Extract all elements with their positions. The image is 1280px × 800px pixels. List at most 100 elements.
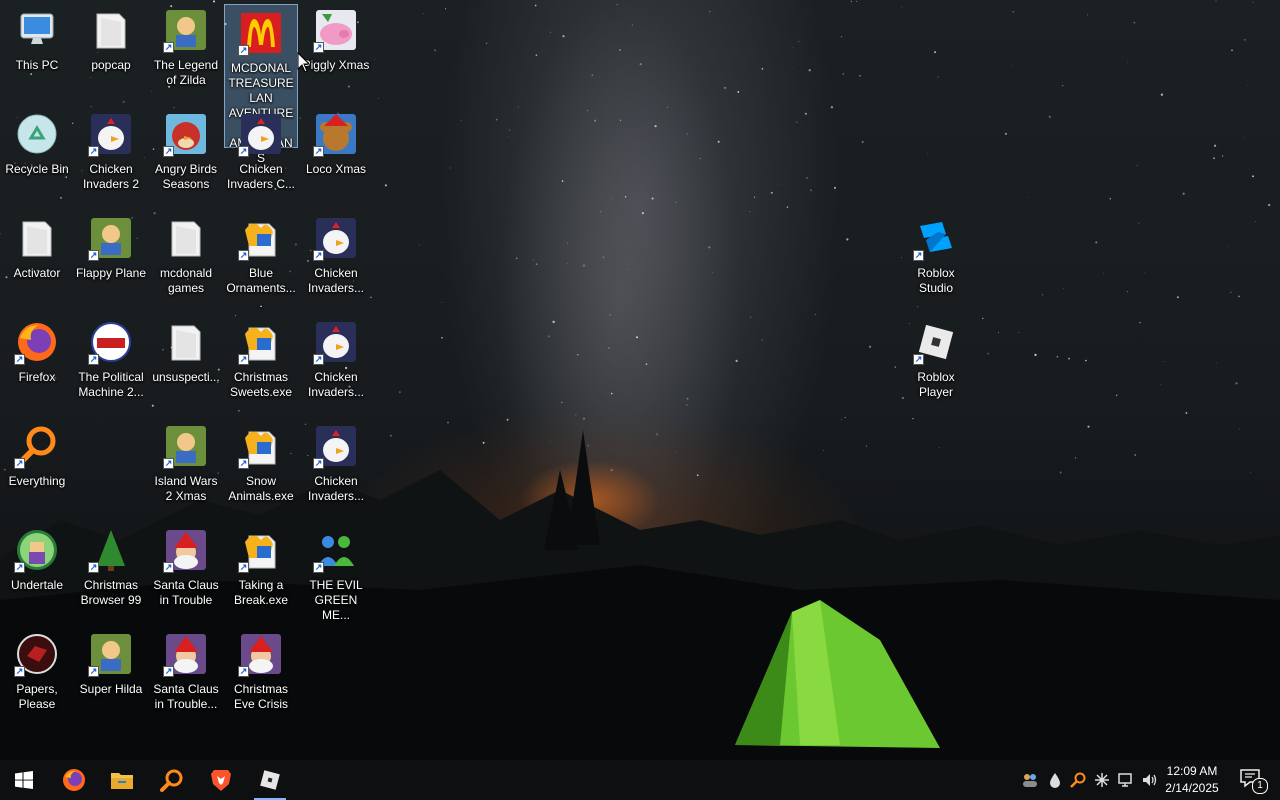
shortcut-arrow-icon: ↗ [14,666,25,677]
desktop-icon-christmas-eve-crisis[interactable]: ↗ Christmas Eve Crisis [224,626,298,726]
taskbar-everything-button[interactable] [148,760,196,800]
desktop-icon-papers-please[interactable]: ↗ Papers, Please [0,626,74,726]
desktop-icon-label: THE EVIL GREEN ME... [309,578,363,622]
desktop-icon-angry-birds-seasons[interactable]: ↗ Angry Birds Seasons [149,106,223,206]
desktop-icon-undertale[interactable]: ↗ Undertale [0,522,74,622]
desktop-icon-label: Santa Claus in Trouble [153,578,219,607]
start-button[interactable] [0,760,48,800]
desktop-icon-recycle-bin[interactable]: Recycle Bin [0,106,74,206]
desktop-icon-label: popcap [91,58,131,72]
volume-icon[interactable] [1140,770,1160,790]
exe-icon: ↗ [237,214,285,262]
desktop-icon-popcap[interactable]: popcap [74,2,148,102]
shortcut-arrow-icon: ↗ [88,666,99,677]
shortcut-arrow-icon: ↗ [238,45,249,56]
desktop-icon-label: Undertale [10,578,64,592]
firefox-icon: ↗ [13,318,61,366]
desktop-icon-firefox[interactable]: ↗ Firefox [0,314,74,414]
taskbar-brave-button[interactable] [197,760,245,800]
windows-start-icon [15,771,33,789]
desktop-icon-snow-animals-exe[interactable]: ↗ Snow Animals.exe [224,418,298,518]
exe-icon: ↗ [237,422,285,470]
desktop-icon-label: Roblox Player [917,370,955,399]
taskbar-roblox-button[interactable] [246,760,294,800]
search-icon[interactable] [1068,770,1088,790]
desktop-icon-this-pc[interactable]: This PC [0,2,74,102]
shortcut-arrow-icon: ↗ [238,666,249,677]
shortcut-arrow-icon: ↗ [163,666,174,677]
desktop-icon-label: Christmas Browser 99 [80,578,142,607]
desktop-icon-island-wars-2-xmas[interactable]: ↗ Island Wars 2 Xmas [149,418,223,518]
shortcut-arrow-icon: ↗ [313,458,324,469]
undertale-icon: ↗ [13,526,61,574]
desktop-icon-label: Everything [8,474,66,488]
desktop-icon-santa-claus-in-trouble[interactable]: ↗ Santa Claus in Trouble... [149,626,223,726]
desktop-icon-loco-xmas[interactable]: ↗ Loco Xmas [299,106,373,206]
shortcut-arrow-icon: ↗ [88,354,99,365]
desktop-icon-christmas-browser-99[interactable]: ↗ Christmas Browser 99 [74,522,148,622]
taskbar-clock[interactable]: 12:09 AM 2/14/2025 [1162,763,1222,797]
game-icon: ↗ [162,6,210,54]
desktop-icon-santa-claus-in-trouble[interactable]: ↗ Santa Claus in Trouble [149,522,223,622]
santa-icon: ↗ [162,630,210,678]
desktop-icon-chicken-invaders-2[interactable]: ↗ Chicken Invaders 2 [74,106,148,206]
chicken-icon: ↗ [87,110,135,158]
desktop-icon-chicken-invaders-c[interactable]: ↗ Chicken Invaders C... [224,106,298,206]
desktop-icon-unsuspecti[interactable]: unsuspecti... [149,314,223,414]
action-center-button[interactable]: 1 [1238,766,1268,794]
monitor-icon [13,6,61,54]
chicken-icon: ↗ [312,214,360,262]
desktop-icon-roblox-player[interactable]: ↗ Roblox Player [899,314,973,414]
desktop-icon-chicken-invaders[interactable]: ↗ Chicken Invaders... [299,314,373,414]
desktop-icon-label: Loco Xmas [305,162,367,176]
desktop-icon-taking-a-break-exe[interactable]: ↗ Taking a Break.exe [224,522,298,622]
shortcut-arrow-icon: ↗ [163,146,174,157]
mcdonalds-icon: ↗ [237,9,285,57]
desktop-icon-super-hilda[interactable]: ↗ Super Hilda [74,626,148,726]
santa-icon: ↗ [237,630,285,678]
desktop-icon-chicken-invaders[interactable]: ↗ Chicken Invaders... [299,418,373,518]
christmas-tree-icon: ↗ [87,526,135,574]
desktop-icon-roblox-studio[interactable]: ↗ Roblox Studio [899,210,973,310]
network-icon[interactable] [1116,770,1136,790]
desktop-icon-flappy-plane[interactable]: ↗ Flappy Plane [74,210,148,310]
brave-icon [211,770,231,791]
shortcut-arrow-icon: ↗ [238,562,249,573]
desktop-icon-label: Snow Animals.exe [228,474,294,503]
game-icon: ↗ [162,422,210,470]
bear-icon: ↗ [312,110,360,158]
shortcut-arrow-icon: ↗ [14,458,25,469]
roblox-icon [260,770,280,790]
desktop-icon-activator[interactable]: Activator [0,210,74,310]
desktop-icon-the-evil-green-me[interactable]: ↗ THE EVIL GREEN ME... [299,522,373,622]
desktop-icon-chicken-invaders[interactable]: ↗ Chicken Invaders... [299,210,373,310]
folder-icon [13,214,61,262]
shortcut-arrow-icon: ↗ [238,458,249,469]
desktop-icon-label: Santa Claus in Trouble... [153,682,219,711]
game-icon: ↗ [87,214,135,262]
droplet-icon[interactable] [1045,770,1065,790]
people-icon[interactable] [1020,770,1040,790]
desktop-icon-blue-ornaments[interactable]: ↗ Blue Ornaments.... [224,210,298,310]
desktop-icon-label: Firefox [18,370,56,384]
desktop-icon-everything[interactable]: ↗ Everything [0,418,74,518]
desktop-icon-the-legend-of-zilda[interactable]: ↗ The Legend of Zilda [149,2,223,102]
recycle-bin-icon [13,110,61,158]
folder-icon [162,214,210,262]
desktop-icon-label: Roblox Studio [917,266,955,295]
desktop-icon-label: Chicken Invaders... [307,370,365,399]
shortcut-arrow-icon: ↗ [163,562,174,573]
taskbar-firefox-button[interactable] [50,760,98,800]
taskbar-file-explorer-button[interactable] [98,760,146,800]
shortcut-arrow-icon: ↗ [313,562,324,573]
messenger-icon: ↗ [312,526,360,574]
desktop-icon-label: This PC [15,58,59,72]
desktop-icon-mcdonald-games[interactable]: mcdonald games [149,210,223,310]
desktop-icon-the-political-machine-2[interactable]: ↗ The Political Machine 2... [74,314,148,414]
snowflake-icon[interactable] [1092,770,1112,790]
desktop-icon-label: unsuspecti... [152,370,220,384]
desktop-icon-christmas-sweets-exe[interactable]: ↗ Christmas Sweets.exe [224,314,298,414]
chicken-icon: ↗ [237,110,285,158]
shortcut-arrow-icon: ↗ [238,250,249,261]
angry-bird-icon: ↗ [162,110,210,158]
